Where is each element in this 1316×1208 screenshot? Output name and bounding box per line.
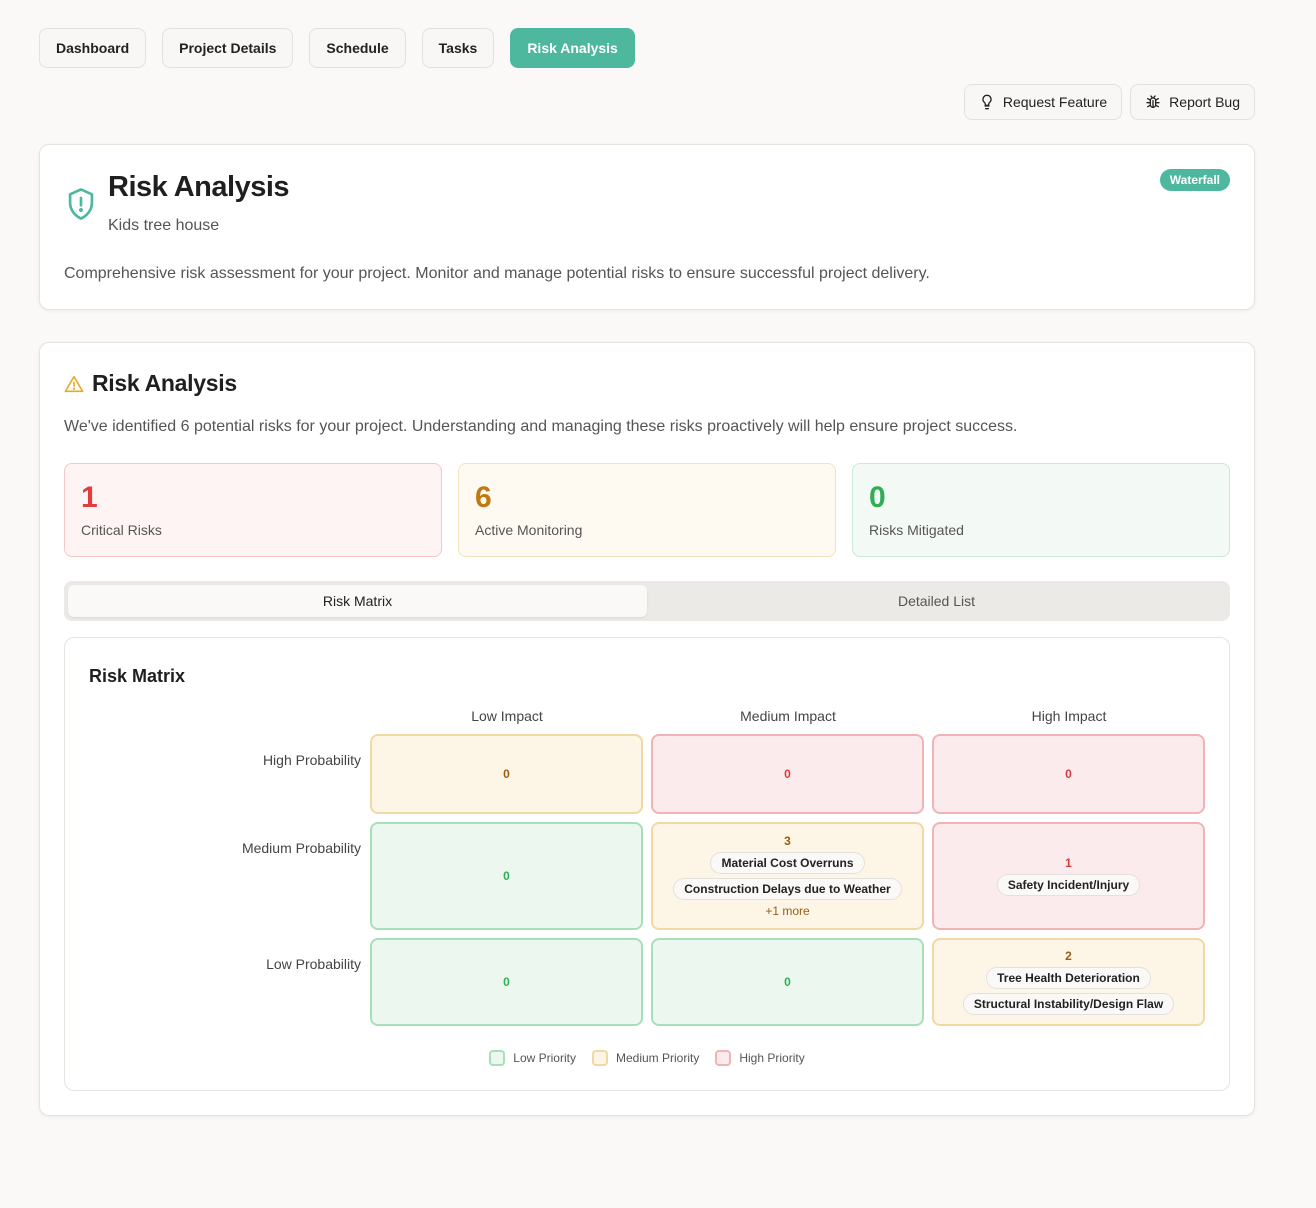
cell-count: 3 — [784, 834, 791, 848]
cell-count: 0 — [784, 767, 791, 781]
legend-label: Low Priority — [513, 1051, 576, 1065]
legend-medium: Medium Priority — [591, 1050, 700, 1066]
cell-count: 0 — [784, 975, 791, 989]
column-header-high-impact: High Impact — [1031, 708, 1107, 724]
stat-value: 0 — [869, 481, 886, 514]
stats-row: 1 Critical Risks 6 Active Monitoring 0 R… — [64, 463, 1230, 557]
matrix-cell-low-prob-high-impact[interactable]: 2 Tree Health Deterioration Structural I… — [932, 938, 1205, 1026]
nav-dashboard[interactable]: Dashboard — [39, 28, 147, 68]
legend-swatch-medium — [591, 1050, 608, 1066]
row-header-medium-probability: Medium Probability — [241, 840, 361, 856]
matrix-title: Risk Matrix — [89, 666, 186, 686]
cell-count: 0 — [503, 767, 510, 781]
matrix-legend: Low Priority Medium Priority High Priori… — [65, 1050, 1229, 1066]
top-nav: Dashboard Project Details Schedule Tasks… — [39, 28, 635, 68]
stat-critical-risks: 1 Critical Risks — [64, 463, 442, 557]
nav-tasks[interactable]: Tasks — [421, 28, 495, 68]
matrix-cell-high-prob-low-impact[interactable]: 0 — [370, 734, 643, 814]
request-feature-label: Request Feature — [1002, 94, 1108, 110]
risk-matrix-panel: Risk Matrix Low Impact Medium Impact Hig… — [64, 637, 1230, 1091]
risk-chip[interactable]: Safety Incident/Injury — [996, 874, 1141, 896]
row-header-low-probability: Low Probability — [266, 956, 361, 972]
legend-low: Low Priority — [489, 1050, 576, 1066]
cell-count: 0 — [503, 869, 510, 883]
cell-count: 0 — [1065, 767, 1072, 781]
risk-chip[interactable]: Construction Delays due to Weather — [673, 878, 902, 900]
shield-alert-icon — [68, 188, 94, 220]
report-bug-label: Report Bug — [1169, 94, 1240, 110]
matrix-cell-medium-prob-high-impact[interactable]: 1 Safety Incident/Injury — [932, 822, 1205, 930]
stat-value: 6 — [475, 481, 492, 514]
nav-schedule[interactable]: Schedule — [309, 28, 406, 68]
methodology-badge: Waterfall — [1159, 169, 1230, 191]
stat-label: Risks Mitigated — [869, 522, 964, 538]
tab-risk-matrix[interactable]: Risk Matrix — [68, 585, 647, 617]
matrix-cell-medium-prob-medium-impact[interactable]: 3 Material Cost Overruns Construction De… — [651, 822, 924, 930]
report-bug-button[interactable]: Report Bug — [1130, 84, 1255, 120]
nav-risk-analysis[interactable]: Risk Analysis — [510, 28, 635, 68]
lightbulb-icon — [982, 94, 992, 110]
project-name: Kids tree house — [108, 217, 220, 234]
legend-label: High Priority — [739, 1051, 805, 1065]
matrix-cell-high-prob-high-impact[interactable]: 0 — [932, 734, 1205, 814]
request-feature-button[interactable]: Request Feature — [963, 84, 1123, 120]
risk-analysis-card: Risk Analysis We've identified 6 potenti… — [39, 342, 1255, 1116]
legend-swatch-high — [715, 1050, 732, 1066]
section-title: Risk Analysis — [92, 370, 237, 396]
more-risks-link[interactable]: +1 more — [765, 904, 809, 918]
stat-label: Critical Risks — [81, 522, 162, 538]
matrix-cell-low-prob-medium-impact[interactable]: 0 — [651, 938, 924, 1026]
risk-chip[interactable]: Tree Health Deterioration — [986, 967, 1151, 989]
tab-detailed-list[interactable]: Detailed List — [647, 585, 1226, 617]
stat-active-monitoring: 6 Active Monitoring — [458, 463, 836, 557]
feedback-actions: Request Feature Report Bug — [963, 84, 1255, 120]
bug-icon — [1146, 95, 1160, 108]
page-header-card: Risk Analysis Kids tree house Waterfall … — [39, 144, 1255, 310]
risk-chip[interactable]: Material Cost Overruns — [710, 852, 865, 874]
cell-count: 1 — [1065, 856, 1072, 870]
page-description: Comprehensive risk assessment for your p… — [64, 265, 930, 282]
risk-chip[interactable]: Structural Instability/Design Flaw — [962, 993, 1175, 1015]
nav-project-details[interactable]: Project Details — [162, 28, 294, 68]
warning-triangle-icon — [64, 375, 84, 393]
row-header-high-probability: High Probability — [262, 752, 361, 768]
stat-value: 1 — [81, 481, 98, 514]
column-header-medium-impact: Medium Impact — [740, 708, 836, 724]
matrix-cell-medium-prob-low-impact[interactable]: 0 — [370, 822, 643, 930]
legend-swatch-low — [489, 1050, 506, 1066]
stat-risks-mitigated: 0 Risks Mitigated — [852, 463, 1230, 557]
matrix-cell-low-prob-low-impact[interactable]: 0 — [370, 938, 643, 1026]
page-title: Risk Analysis — [108, 171, 290, 203]
legend-high: High Priority — [715, 1050, 805, 1066]
view-tabs: Risk Matrix Detailed List — [64, 581, 1230, 621]
legend-label: Medium Priority — [615, 1051, 700, 1065]
section-description: We've identified 6 potential risks for y… — [64, 418, 1018, 435]
cell-count: 2 — [1065, 949, 1072, 963]
matrix-cell-high-prob-medium-impact[interactable]: 0 — [651, 734, 924, 814]
stat-label: Active Monitoring — [475, 522, 583, 538]
cell-count: 0 — [503, 975, 510, 989]
column-header-low-impact: Low Impact — [471, 708, 543, 724]
